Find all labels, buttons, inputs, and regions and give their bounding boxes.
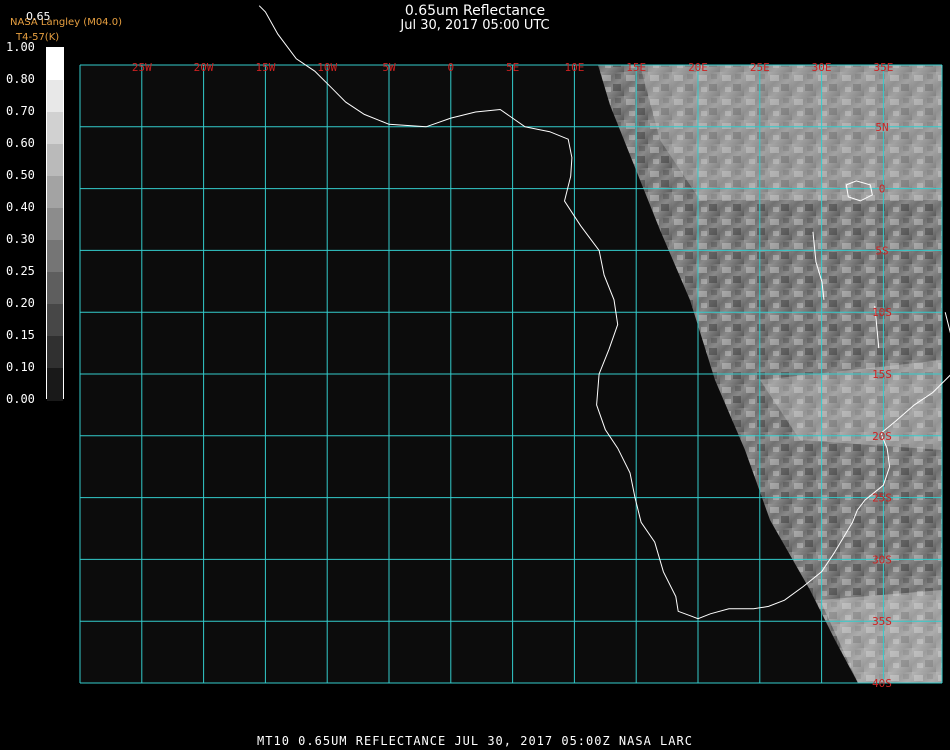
- longitude-label: 35E: [873, 61, 893, 74]
- longitude-label: 0: [447, 61, 454, 74]
- longitude-label: 15W: [255, 61, 275, 74]
- latitude-label: 40S: [872, 677, 892, 690]
- longitude-label: 25E: [750, 61, 770, 74]
- longitude-label: 10E: [564, 61, 584, 74]
- footer-caption: MT10 0.65UM REFLECTANCE JUL 30, 2017 05:…: [257, 734, 693, 748]
- longitude-label: 25W: [132, 61, 152, 74]
- latitude-label: 5S: [875, 244, 888, 257]
- satellite-image-page: 0.65um Reflectance Jul 30, 2017 05:00 UT…: [0, 0, 950, 750]
- longitude-label: 5W: [382, 61, 396, 74]
- map-svg: 25W 20W 15W 10W 5W 0 5E 10E 15E 20E 25E 30E 35E 5N 0 5S…: [79, 5, 950, 690]
- latitude-label: 25S: [872, 492, 892, 505]
- map-panel: 25W 20W 15W 10W 5W 0 5E 10E 15E 20E 25E 30E 35E 5N 0 5S…: [0, 0, 950, 750]
- longitude-label: 30E: [812, 61, 832, 74]
- latitude-label: 35S: [872, 615, 892, 628]
- longitude-label: 10W: [317, 61, 337, 74]
- latitude-label: 20S: [872, 430, 892, 443]
- latitude-label: 0: [879, 183, 886, 196]
- longitude-label: 5E: [506, 61, 519, 74]
- latitude-label: 15S: [872, 368, 892, 381]
- latitude-label: 10S: [872, 306, 892, 319]
- longitude-label: 20E: [688, 61, 708, 74]
- longitude-label: 20W: [194, 61, 214, 74]
- latitude-label: 30S: [872, 553, 892, 566]
- latitude-label: 5N: [875, 121, 888, 134]
- longitude-label: 15E: [626, 61, 646, 74]
